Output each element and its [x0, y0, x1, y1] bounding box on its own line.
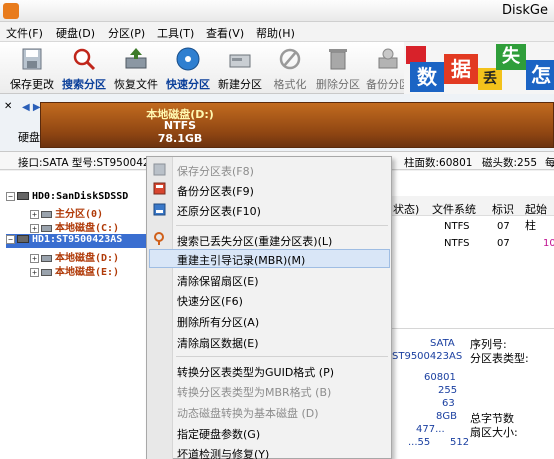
tree-partition-e[interactable]: + 本地磁盘(E:) — [30, 263, 119, 278]
head-count: 磁头数:255 — [482, 157, 538, 169]
row1-id: 07 — [497, 221, 510, 232]
ctx-clear-reserved-sectors[interactable]: 清除保留扇区(E) — [177, 273, 259, 289]
tree-disk-hd0[interactable]: − HD0:SanDiskSDSSD — [6, 191, 128, 205]
ctx-rebuild-mbr[interactable]: 重建主引导记录(MBR)(M) — [177, 252, 305, 268]
row2-fs: NTFS — [444, 238, 470, 249]
save-changes-button[interactable]: 保存更改 — [6, 44, 58, 92]
partition-icon — [41, 254, 52, 262]
partition-icon — [41, 210, 52, 218]
disk-nav-arrows-icon[interactable]: ◀ ▶ — [22, 102, 41, 113]
save-icon — [22, 48, 42, 70]
banner-tile-2: 据 — [444, 54, 478, 84]
search-icon — [73, 48, 96, 71]
info-tail: 每 — [545, 157, 554, 169]
save-table-icon — [153, 163, 166, 176]
col-status: 状态) — [393, 203, 420, 216]
row2-start: 10 — [543, 238, 554, 249]
detail-sector-size-label: 扇区大小: — [470, 426, 518, 439]
detail-sector-size: 512 — [450, 437, 470, 448]
disk-icon — [17, 192, 29, 200]
partition-icon — [41, 224, 52, 232]
backup-table-icon — [153, 182, 166, 195]
row2-id: 07 — [497, 238, 510, 249]
expand-icon[interactable]: + — [30, 253, 39, 263]
ctx-specify-disk-params[interactable]: 指定硬盘参数(G) — [177, 426, 260, 442]
detail-sectors: 63 — [442, 398, 455, 409]
ctx-save-partition-table[interactable]: 保存分区表(F8) — [177, 163, 254, 179]
tree-partition-primary[interactable]: + 主分区(0) — [30, 205, 103, 220]
format-button[interactable]: 格式化 — [264, 44, 316, 92]
window-title: DiskGe — [502, 3, 548, 18]
disk-icon — [17, 235, 29, 243]
menu-partition[interactable]: 分区(P) — [108, 25, 145, 41]
quick-partition-icon — [176, 47, 200, 71]
expand-icon[interactable]: − — [6, 234, 15, 244]
menu-view[interactable]: 查看(V) — [206, 25, 244, 41]
row1-fs: NTFS — [444, 221, 470, 232]
cylinder-count: 柱面数:60801 — [404, 157, 473, 169]
ctx-clear-sector-data[interactable]: 清除扇区数据(E) — [177, 335, 259, 351]
trash-icon — [329, 49, 347, 70]
ctx-quick-partition[interactable]: 快速分区(F6) — [177, 293, 243, 309]
detail-capacity: 8GB — [436, 411, 457, 422]
detail-bytes: 477... — [416, 424, 445, 435]
detail-cylinders: 60801 — [424, 372, 456, 383]
detail-parttype-label: 分区表类型: — [470, 352, 529, 365]
tree-partition-c[interactable]: + 本地磁盘(C:) — [30, 219, 119, 234]
banner-tile-3: 丢 — [478, 68, 502, 90]
backup-icon — [378, 48, 398, 69]
promo-banner[interactable]: 数 据 丢 失 怎 — [404, 42, 554, 94]
banner-tile-1: 数 — [410, 62, 444, 92]
ctx-backup-partition-table[interactable]: 备份分区表(F9) — [177, 183, 254, 199]
ctx-bad-sector-check[interactable]: 坏道检测与修复(Y) — [177, 446, 269, 459]
close-icon[interactable]: ✕ — [4, 101, 12, 112]
app-icon — [3, 3, 19, 19]
restore-table-icon — [153, 203, 166, 216]
expand-icon[interactable]: − — [6, 191, 15, 201]
disk-interface-model: 接口:SATA 型号:ST9500423 — [18, 157, 157, 169]
menu-bar: 文件(F) 硬盘(D) 分区(P) 工具(T) 查看(V) 帮助(H) — [0, 22, 554, 42]
ctx-convert-to-guid[interactable]: 转换分区表类型为GUID格式 (P) — [177, 364, 334, 380]
quick-partition-button[interactable]: 快速分区 — [162, 44, 214, 92]
col-start-cyl: 起始柱 — [525, 203, 547, 232]
tree-disk-hd1[interactable]: − HD1:ST9500423AS — [6, 234, 150, 248]
ctx-convert-to-mbr[interactable]: 转换分区表类型为MBR格式 (B) — [177, 384, 331, 400]
ctx-search-lost-partitions[interactable]: 搜索已丢失分区(重建分区表)(L) — [177, 233, 332, 249]
new-partition-icon — [229, 54, 251, 68]
search-lost-icon — [154, 232, 164, 245]
menu-disk[interactable]: 硬盘(D) — [56, 25, 95, 41]
menu-help[interactable]: 帮助(H) — [256, 25, 295, 41]
col-filesystem: 文件系统 — [432, 203, 476, 216]
expand-icon[interactable]: + — [30, 223, 39, 233]
detail-extra: ...55 — [408, 437, 431, 448]
banner-tile-4: 失 — [496, 44, 526, 70]
title-bar — [0, 0, 554, 22]
recover-icon — [125, 48, 147, 69]
banner-tile-5: 怎 — [526, 60, 554, 90]
ctx-separator — [176, 225, 388, 226]
partition-bar[interactable] — [40, 102, 554, 148]
ctx-dynamic-to-basic[interactable]: 动态磁盘转换为基本磁盘 (D) — [177, 405, 319, 421]
tree-partition-d[interactable]: + 本地磁盘(D:) — [30, 249, 119, 264]
col-id: 标识 — [492, 203, 514, 216]
search-partition-button[interactable]: 搜索分区 — [58, 44, 110, 92]
partition-size: 78.1GB — [157, 132, 203, 145]
format-icon — [279, 48, 301, 70]
menu-file[interactable]: 文件(F) — [6, 25, 43, 41]
ctx-restore-partition-table[interactable]: 还原分区表(F10) — [177, 203, 261, 219]
partition-filesystem: NTFS — [163, 119, 197, 132]
ctx-separator — [176, 356, 388, 357]
menu-tools[interactable]: 工具(T) — [157, 25, 194, 41]
detail-heads: 255 — [438, 385, 458, 396]
detail-interface: SATA — [430, 338, 455, 349]
expand-icon[interactable]: + — [30, 267, 39, 277]
new-partition-button[interactable]: 新建分区 — [214, 44, 266, 92]
partition-icon — [41, 268, 52, 276]
detail-model: ST9500423AS — [392, 351, 463, 362]
recover-files-button[interactable]: 恢复文件 — [110, 44, 162, 92]
disk-tree: − HD0:SanDiskSDSSD + 主分区(0) + 本地磁盘(C:) − HD1… — [0, 171, 150, 459]
expand-icon[interactable]: + — [30, 209, 39, 219]
delete-partition-button[interactable]: 删除分区 — [312, 44, 364, 92]
ctx-delete-all-partitions[interactable]: 删除所有分区(A) — [177, 314, 259, 330]
